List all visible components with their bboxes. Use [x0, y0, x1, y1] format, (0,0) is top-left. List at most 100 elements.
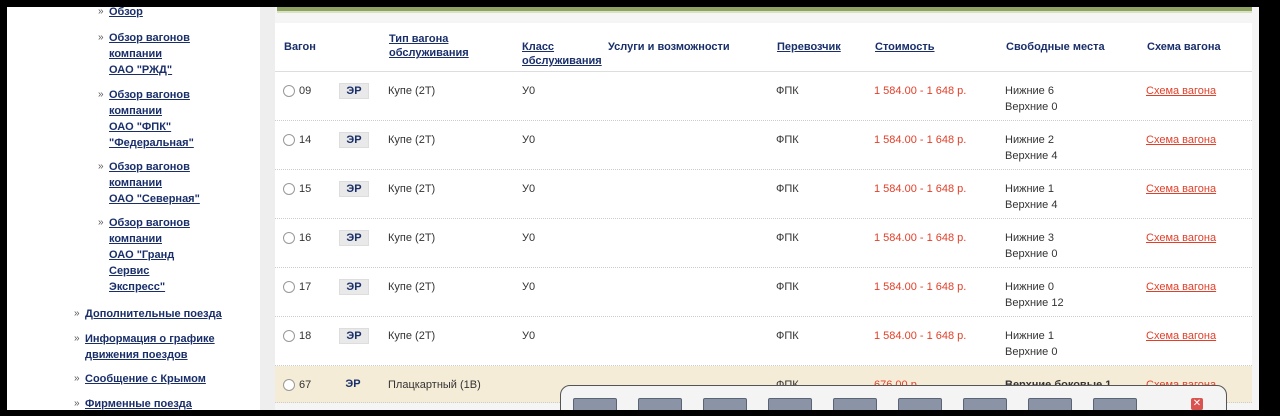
header-type[interactable]: Тип вагона обслуживания	[389, 32, 469, 60]
sidebar-item-rzd[interactable]: » Обзор вагонов компании ОАО "РЖД"	[98, 30, 190, 78]
seats-upper: Верхние 12	[1005, 297, 1064, 309]
thumbnail-button[interactable]	[703, 398, 747, 410]
er-badge: ЭР	[345, 378, 361, 390]
price: 1 584.00 - 1 648 р.	[874, 232, 967, 244]
sidebar-link[interactable]: Обзор вагонов компании ОАО "Гранд Сервис…	[109, 215, 190, 295]
header-price[interactable]: Стоимость	[875, 40, 935, 54]
thumbnail-button[interactable]	[963, 398, 1007, 410]
table-row[interactable]: 16 ЭР Купе (2Т) У0 ФПК 1 584.00 - 1 648 …	[275, 219, 1252, 268]
er-badge: ЭР	[339, 279, 369, 295]
bullet-icon: »	[98, 32, 104, 43]
wagon-scheme-link[interactable]: Схема вагона	[1146, 83, 1216, 99]
wagon-scheme-link[interactable]: Схема вагона	[1146, 279, 1216, 295]
service-class: У0	[522, 281, 536, 293]
wagon-radio[interactable]	[283, 232, 295, 244]
er-badge: ЭР	[339, 328, 369, 344]
thumbnail-button[interactable]	[1028, 398, 1072, 410]
table-row[interactable]: 17 ЭР Купе (2Т) У0 ФПК 1 584.00 - 1 648 …	[275, 268, 1252, 317]
sidebar-item-grand[interactable]: » Обзор вагонов компании ОАО "Гранд Серв…	[98, 215, 190, 295]
bullet-icon: »	[74, 308, 80, 319]
thumbnail-button[interactable]	[1093, 398, 1137, 410]
table-row[interactable]: 18 ЭР Купе (2Т) У0 ФПК 1 584.00 - 1 648 …	[275, 317, 1252, 366]
service-class: У0	[522, 232, 536, 244]
carrier: ФПК	[776, 85, 799, 97]
price: 1 584.00 - 1 648 р.	[874, 281, 967, 293]
er-badge: ЭР	[339, 132, 369, 148]
wagon-scheme-link[interactable]: Схема вагона	[1146, 328, 1216, 344]
sidebar: » Обзор » Обзор вагонов компании ОАО "РЖ…	[7, 7, 260, 410]
wagon-type: Купе (2Т)	[388, 281, 436, 293]
wagon-scheme-link[interactable]: Схема вагона	[1146, 230, 1216, 246]
wagon-number: 14	[299, 134, 312, 146]
wagon-type: Купе (2Т)	[388, 183, 436, 195]
er-badge: ЭР	[339, 230, 369, 246]
price: 1 584.00 - 1 648 р.	[874, 134, 967, 146]
service-class: У0	[522, 330, 536, 342]
seats-lower: Нижние 1	[1005, 330, 1054, 342]
wagon-radio[interactable]	[283, 85, 295, 97]
seats-lower: Нижние 6	[1005, 85, 1054, 97]
sidebar-item-severnaya[interactable]: » Обзор вагонов компании ОАО "Северная"	[98, 159, 200, 207]
wagon-type: Плацкартный (1В)	[388, 379, 481, 391]
sidebar-item-overview[interactable]: » Обзор	[98, 7, 143, 20]
close-icon[interactable]: ✕	[1191, 398, 1203, 410]
thumbnail-button[interactable]	[573, 398, 617, 410]
seats-upper: Верхние 4	[1005, 199, 1058, 211]
service-class: У0	[522, 183, 536, 195]
bullet-icon: »	[74, 333, 80, 344]
header-wagon: Вагон	[284, 41, 316, 53]
sidebar-link[interactable]: Обзор вагонов компании ОАО "РЖД"	[109, 30, 190, 78]
sidebar-link[interactable]: Сообщение с Крымом	[85, 371, 206, 387]
wagon-number: 18	[299, 330, 312, 342]
wagon-number: 67	[299, 379, 312, 391]
table-row[interactable]: 09 ЭР Купе (2Т) У0 ФПК 1 584.00 - 1 648 …	[275, 72, 1252, 121]
sidebar-link[interactable]: Дополнительные поезда	[85, 306, 222, 322]
wagon-table: Вагон Тип вагона обслуживания Класс обсл…	[275, 23, 1252, 403]
sidebar-divider	[260, 7, 275, 410]
wagon-radio[interactable]	[283, 379, 295, 391]
sidebar-item-schedule-info[interactable]: » Информация о графике движения поездов	[74, 331, 215, 363]
sidebar-link[interactable]: Обзор вагонов компании ОАО "ФПК" "Федера…	[109, 87, 194, 151]
carrier: ФПК	[776, 330, 799, 342]
sidebar-item-additional-trains[interactable]: » Дополнительные поезда	[74, 306, 222, 322]
wagon-type: Купе (2Т)	[388, 330, 436, 342]
wagon-scheme-link[interactable]: Схема вагона	[1146, 132, 1216, 148]
sidebar-link[interactable]: Фирменные поезда	[85, 396, 192, 410]
sidebar-item-fpk[interactable]: » Обзор вагонов компании ОАО "ФПК" "Феде…	[98, 87, 194, 151]
bullet-icon: »	[98, 89, 104, 100]
floating-toolbar: ✕	[560, 385, 1227, 410]
wagon-radio[interactable]	[283, 134, 295, 146]
bullet-icon: »	[98, 161, 104, 172]
header-carrier[interactable]: Перевозчик	[777, 40, 841, 54]
service-class: У0	[522, 134, 536, 146]
sidebar-link[interactable]: Обзор	[109, 7, 143, 20]
wagon-radio[interactable]	[283, 330, 295, 342]
table-row[interactable]: 14 ЭР Купе (2Т) У0 ФПК 1 584.00 - 1 648 …	[275, 121, 1252, 170]
sidebar-link[interactable]: Информация о графике движения поездов	[85, 331, 215, 363]
thumbnail-button[interactable]	[638, 398, 682, 410]
wagon-number: 17	[299, 281, 312, 293]
bullet-icon: »	[74, 398, 80, 409]
seats-lower: Нижние 2	[1005, 134, 1054, 146]
table-header: Вагон Тип вагона обслуживания Класс обсл…	[275, 23, 1252, 72]
thumbnail-button[interactable]	[898, 398, 942, 410]
thumbnail-button[interactable]	[768, 398, 812, 410]
sidebar-item-crimea[interactable]: » Сообщение с Крымом	[74, 371, 206, 387]
header-scheme: Схема вагона	[1147, 41, 1221, 53]
header-class[interactable]: Класс обслуживания	[522, 40, 602, 68]
sidebar-link[interactable]: Обзор вагонов компании ОАО "Северная"	[109, 159, 200, 207]
wagon-type: Купе (2Т)	[388, 85, 436, 97]
table-row[interactable]: 15 ЭР Купе (2Т) У0 ФПК 1 584.00 - 1 648 …	[275, 170, 1252, 219]
seats-upper: Верхние 0	[1005, 346, 1058, 358]
wagon-scheme-link[interactable]: Схема вагона	[1146, 181, 1216, 197]
sidebar-item-branded-trains[interactable]: » Фирменные поезда	[74, 396, 192, 410]
wagon-type: Купе (2Т)	[388, 134, 436, 146]
wagon-radio[interactable]	[283, 183, 295, 195]
bullet-icon: »	[98, 217, 104, 228]
main-content: Вагон Тип вагона обслуживания Класс обсл…	[275, 7, 1259, 410]
header-services: Услуги и возможности	[608, 41, 730, 53]
thumbnail-button[interactable]	[833, 398, 877, 410]
seats-upper: Верхние 4	[1005, 150, 1058, 162]
wagon-radio[interactable]	[283, 281, 295, 293]
carrier: ФПК	[776, 281, 799, 293]
